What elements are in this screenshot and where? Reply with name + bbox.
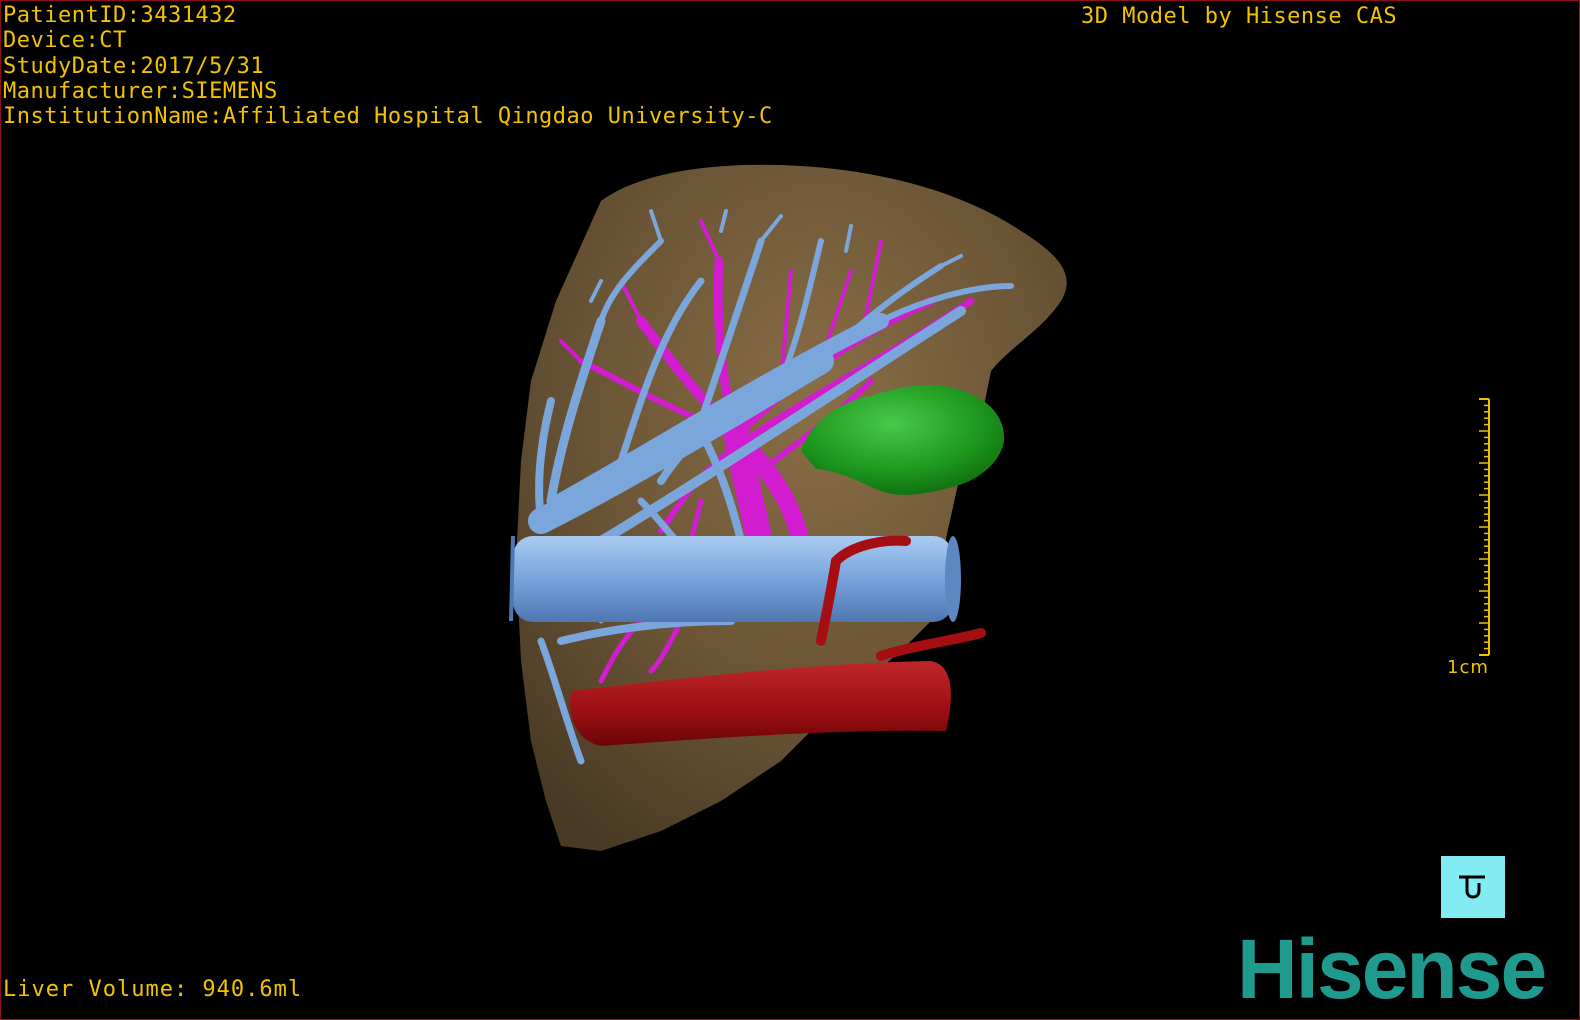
3d-viewport[interactable]: PatientID:3431432 Device:CT StudyDate:20… bbox=[0, 0, 1580, 1020]
vena-cava bbox=[509, 535, 961, 622]
dicom-info-panel: PatientID:3431432 Device:CT StudyDate:20… bbox=[3, 3, 773, 129]
liver-volume-text: Liver Volume: 940.6ml bbox=[3, 977, 303, 1002]
hisense-logo: Hisense bbox=[1237, 922, 1547, 1016]
institution-text: InstitutionName:Affiliated Hospital Qing… bbox=[3, 104, 773, 130]
model-watermark: 3D Model by Hisense CAS bbox=[1081, 4, 1398, 29]
manufacturer-text: Manufacturer:SIEMENS bbox=[3, 78, 278, 104]
patient-id-text: PatientID:3431432 bbox=[3, 3, 237, 28]
liver-3d-model[interactable] bbox=[1, 1, 1580, 1020]
device-text: Device:CT bbox=[3, 28, 127, 54]
scale-label: 1cm bbox=[1447, 657, 1489, 678]
reset-view-button[interactable] bbox=[1441, 856, 1505, 918]
study-date-text: StudyDate:2017/5/31 bbox=[3, 53, 265, 79]
reset-view-icon bbox=[1459, 875, 1485, 899]
scale-ruler bbox=[1479, 398, 1490, 656]
